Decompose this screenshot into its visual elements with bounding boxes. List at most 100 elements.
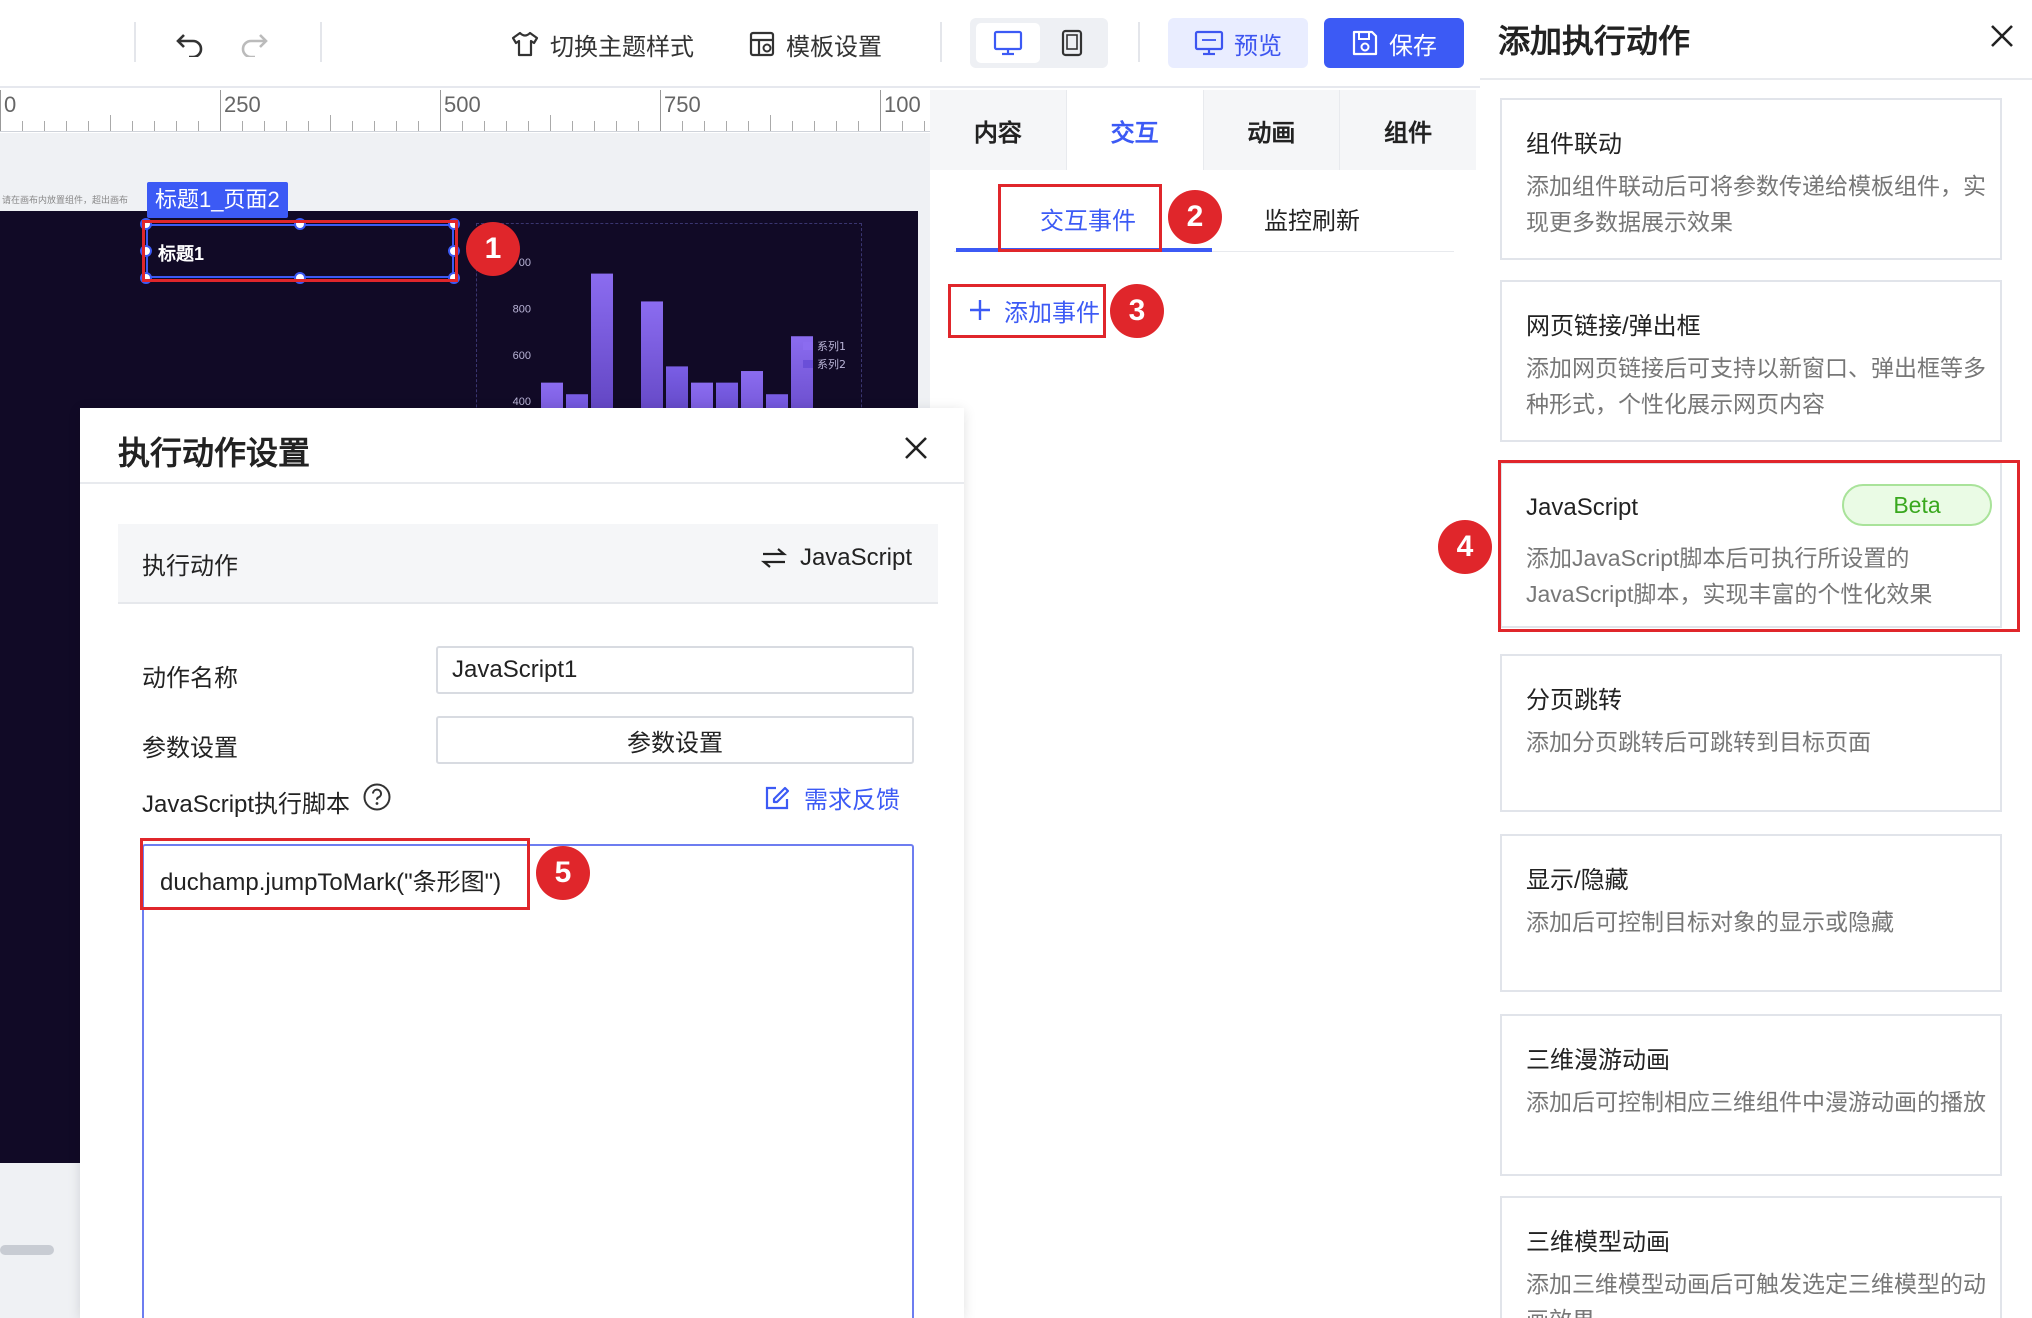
tablet-view-button[interactable] bbox=[1040, 23, 1104, 63]
action-card-component-linkage[interactable]: 组件联动 添加组件联动后可将参数传递给模板组件，实现更多数据展示效果 bbox=[1500, 98, 2002, 260]
subtab-monitor-refresh[interactable]: 监控刷新 bbox=[1264, 200, 1360, 244]
ruler-minor-tick bbox=[374, 121, 375, 131]
ruler-minor-tick bbox=[484, 121, 485, 131]
y-tick-label: 600 bbox=[513, 350, 531, 362]
ruler-minor-tick bbox=[176, 121, 177, 131]
feedback-link[interactable]: 需求反馈 bbox=[764, 780, 900, 815]
ruler-minor-tick bbox=[902, 121, 903, 131]
switch-theme-label: 切换主题样式 bbox=[550, 33, 694, 61]
action-card-desc: 添加分页跳转后可跳转到目标页面 bbox=[1526, 729, 1871, 755]
drawer-divider bbox=[1480, 78, 2032, 80]
close-icon bbox=[905, 437, 927, 459]
action-card-3d-roaming[interactable]: 三维漫游动画 添加后可控制相应三维组件中漫游动画的播放 bbox=[1500, 1014, 2002, 1176]
ruler-label: 250 bbox=[224, 92, 261, 117]
annotation-badge-4: 4 bbox=[1438, 520, 1492, 574]
ruler-label: 100 bbox=[884, 92, 921, 117]
save-button[interactable]: 保存 bbox=[1324, 18, 1464, 68]
action-card-web-link-popup[interactable]: 网页链接/弹出框 添加网页链接后可支持以新窗口、弹出框等多种形式，个性化展示网页… bbox=[1500, 280, 2002, 442]
y-tick-label: 800 bbox=[513, 303, 531, 315]
horizontal-ruler: 0 250 500 750 100 bbox=[0, 90, 930, 132]
undo-button[interactable] bbox=[168, 22, 212, 66]
action-card-title: 三维漫游动画 bbox=[1526, 1047, 1670, 1074]
action-type-value[interactable]: JavaScript bbox=[760, 544, 912, 572]
help-icon[interactable] bbox=[362, 782, 392, 812]
ruler-minor-tick bbox=[594, 121, 595, 131]
ruler-label: 750 bbox=[664, 92, 701, 117]
ruler-minor-tick bbox=[154, 121, 155, 131]
ruler-minor-tick bbox=[264, 121, 265, 131]
ruler-minor-tick bbox=[924, 121, 925, 131]
toolbar-divider bbox=[320, 22, 322, 62]
undo-icon bbox=[176, 34, 203, 57]
edit-icon bbox=[765, 786, 790, 809]
desktop-view-button[interactable] bbox=[976, 23, 1040, 63]
ruler-minor-tick bbox=[836, 121, 837, 131]
annotation-box-3 bbox=[948, 284, 1106, 338]
ruler-minor-tick bbox=[550, 115, 551, 131]
action-card-desc: 添加组件联动后可将参数传递给模板组件，实现更多数据展示效果 bbox=[1526, 173, 1986, 235]
annotation-badge-1: 1 bbox=[466, 222, 520, 276]
script-label: JavaScript执行脚本 bbox=[142, 791, 351, 818]
ruler-minor-tick bbox=[858, 121, 859, 131]
preview-button[interactable]: 预览 bbox=[1168, 18, 1308, 68]
tab-content[interactable]: 内容 bbox=[930, 90, 1066, 170]
tab-animation[interactable]: 动画 bbox=[1202, 90, 1340, 170]
save-label: 保存 bbox=[1389, 32, 1437, 60]
ruler-major-tick bbox=[660, 90, 661, 131]
template-settings-button[interactable]: 模板设置 bbox=[748, 22, 882, 66]
ruler-minor-tick bbox=[528, 121, 529, 131]
canvas-scrollbar[interactable] bbox=[0, 1245, 54, 1255]
action-card-title: 组件联动 bbox=[1526, 131, 1622, 158]
param-settings-button[interactable]: 参数设置 bbox=[436, 716, 914, 764]
ruler-minor-tick bbox=[638, 121, 639, 131]
ruler-major-tick bbox=[880, 90, 881, 131]
ruler-label: 0 bbox=[4, 92, 17, 117]
action-name-input[interactable]: JavaScript1 bbox=[436, 646, 914, 694]
modal-close-button[interactable] bbox=[898, 430, 934, 466]
toolbar-divider bbox=[940, 22, 942, 62]
action-card-page-jump[interactable]: 分页跳转 添加分页跳转后可跳转到目标页面 bbox=[1500, 654, 2002, 812]
action-card-title: 三维模型动画 bbox=[1526, 1229, 1670, 1256]
action-card-3d-model-animation[interactable]: 三维模型动画 添加三维模型动画后可触发选定三维模型的动画效果 bbox=[1500, 1196, 2002, 1318]
tab-component[interactable]: 组件 bbox=[1339, 90, 1476, 170]
selection-tag: 标题1_页面2 bbox=[147, 182, 288, 218]
action-card-title: 网页链接/弹出框 bbox=[1526, 313, 1701, 340]
annotation-box-2 bbox=[998, 184, 1162, 252]
action-card-title: 显示/隐藏 bbox=[1526, 867, 1629, 894]
annotation-badge-5: 5 bbox=[536, 846, 590, 900]
param-settings-label: 参数设置 bbox=[142, 735, 238, 762]
ruler-minor-tick bbox=[88, 121, 89, 131]
script-editor[interactable]: duchamp.jumpToMark("条形图") bbox=[142, 844, 914, 1318]
y-tick-label: 400 bbox=[513, 396, 531, 408]
template-icon bbox=[749, 31, 775, 57]
annotation-badge-2: 2 bbox=[1168, 190, 1222, 244]
ruler-minor-tick bbox=[418, 121, 419, 131]
top-toolbar: 切换主题样式 模板设置 预览 保存 bbox=[0, 0, 1480, 88]
action-card-desc: 添加后可控制目标对象的显示或隐藏 bbox=[1526, 909, 1894, 935]
ruler-minor-tick bbox=[198, 121, 199, 131]
preview-label: 预览 bbox=[1234, 32, 1282, 60]
ruler-minor-tick bbox=[462, 121, 463, 131]
legend-label: 系列1 bbox=[817, 339, 846, 353]
action-card-desc: 添加后可控制相应三维组件中漫游动画的播放 bbox=[1526, 1089, 1986, 1115]
action-card-show-hide[interactable]: 显示/隐藏 添加后可控制目标对象的显示或隐藏 bbox=[1500, 834, 2002, 992]
ruler-minor-tick bbox=[22, 121, 23, 131]
ruler-minor-tick bbox=[132, 121, 133, 131]
action-type-row[interactable]: 执行动作 JavaScript bbox=[118, 524, 938, 604]
ruler-minor-tick bbox=[286, 121, 287, 131]
ruler-minor-tick bbox=[352, 121, 353, 131]
legend-label: 系列2 bbox=[817, 357, 846, 371]
switch-theme-button[interactable]: 切换主题样式 bbox=[510, 22, 694, 66]
action-type-label: 执行动作 bbox=[142, 553, 238, 580]
ruler-minor-tick bbox=[770, 115, 771, 131]
drawer-title: 添加执行动作 bbox=[1498, 23, 1691, 59]
device-toggle bbox=[970, 18, 1108, 68]
ruler-minor-tick bbox=[506, 121, 507, 131]
drawer-close-button[interactable] bbox=[1984, 18, 2020, 54]
annotation-box-1 bbox=[142, 220, 458, 282]
action-card-title: 分页跳转 bbox=[1526, 687, 1622, 714]
ruler-minor-tick bbox=[814, 121, 815, 131]
tab-interaction[interactable]: 交互 bbox=[1065, 90, 1203, 170]
redo-button[interactable] bbox=[232, 22, 276, 66]
feedback-label: 需求反馈 bbox=[804, 787, 900, 814]
